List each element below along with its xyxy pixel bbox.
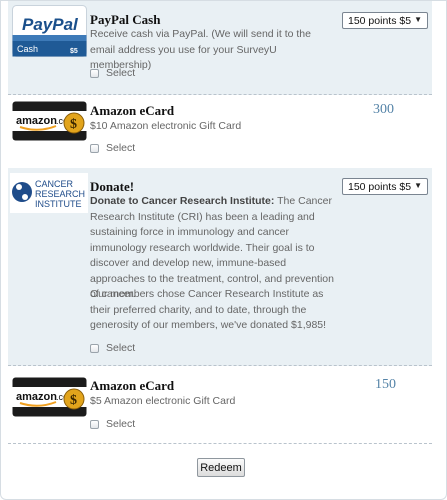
select-option[interactable]: Select	[90, 418, 135, 430]
select-option[interactable]: Select	[90, 67, 135, 79]
svg-text:$: $	[70, 393, 77, 408]
select-label: Select	[106, 142, 136, 154]
dropdown-arrow-icon: ▼	[414, 15, 422, 24]
reward-description-2: Our members chose Cancer Research Instit…	[90, 288, 327, 331]
reward-title: Donate!	[90, 179, 135, 194]
reward-row-paypal: PayPal Cash $5 PayPal Cash Receive cash …	[8, 1, 432, 95]
reward-description: $5 Amazon electronic Gift Card	[90, 395, 236, 407]
reward-row-amazon-5: amazon .com $ Amazon eCard $5 Amazon ele…	[8, 365, 432, 444]
cri-logo-line1: CANCER	[35, 179, 74, 189]
points-select-value: 150 points $5	[348, 180, 412, 193]
amazon-gift-card-icon: amazon .com $	[12, 101, 87, 141]
cri-logo-line2: RESEARCH	[35, 189, 85, 199]
reward-row-donate: CANCER RESEARCH INSTITUTE Donate! Donate…	[8, 168, 432, 366]
select-option[interactable]: Select	[90, 142, 135, 154]
select-label: Select	[106, 67, 136, 79]
select-checkbox[interactable]	[90, 343, 99, 353]
points-select-value: 150 points $5	[348, 14, 412, 27]
points-select-dropdown[interactable]: 150 points $5 ▼	[342, 12, 428, 29]
reward-row-amazon-10: amazon .com $ Amazon eCard $10 Amazon el…	[8, 94, 432, 169]
reward-description-text: The Cancer Research Institute (CRI) has …	[90, 195, 334, 300]
cri-logo-icon: CANCER RESEARCH INSTITUTE	[10, 173, 88, 213]
cri-logo-line3: INSTITUTE	[35, 199, 82, 209]
select-checkbox[interactable]	[90, 419, 99, 429]
points-value: 300	[373, 102, 394, 117]
points-select-dropdown[interactable]: 150 points $5 ▼	[342, 178, 428, 195]
paypal-cash-card-icon: PayPal Cash $5	[12, 5, 87, 57]
reward-title: Amazon eCard	[90, 103, 175, 118]
rewards-panel: PayPal Cash $5 PayPal Cash Receive cash …	[0, 0, 447, 500]
reward-description-bold: Donate to Cancer Research Institute:	[90, 195, 275, 207]
select-label: Select	[106, 342, 136, 354]
svg-text:$: $	[70, 117, 77, 132]
paypal-card-amount: $5	[70, 48, 78, 55]
amazon-logo-text: amazon	[16, 391, 57, 403]
reward-title: PayPal Cash	[90, 12, 161, 27]
reward-description: $10 Amazon electronic Gift Card	[90, 120, 242, 132]
select-option[interactable]: Select	[90, 342, 135, 354]
amazon-logo-text: amazon	[16, 115, 57, 127]
select-checkbox[interactable]	[90, 68, 99, 78]
points-value: 150	[375, 377, 396, 392]
paypal-card-label: Cash	[17, 44, 38, 54]
redeem-button[interactable]: Redeem	[197, 458, 245, 477]
reward-title: Amazon eCard	[90, 378, 175, 393]
dropdown-arrow-icon: ▼	[414, 181, 422, 190]
select-label: Select	[106, 418, 136, 430]
amazon-gift-card-icon: amazon .com $	[12, 377, 87, 417]
select-checkbox[interactable]	[90, 143, 99, 153]
paypal-logo-text: PayPal	[22, 15, 79, 34]
